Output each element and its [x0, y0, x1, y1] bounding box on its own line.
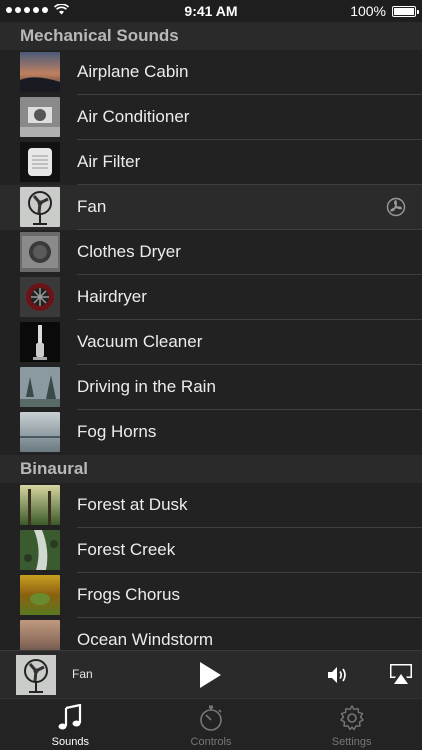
sound-row-fog-horns[interactable]: Fog Horns — [0, 410, 422, 455]
sound-label: Forest Creek — [77, 540, 176, 559]
sound-thumbnail — [20, 485, 60, 525]
sound-row-forest-creek[interactable]: Forest Creek — [0, 528, 422, 573]
tab-sounds[interactable]: Sounds — [0, 699, 141, 750]
sound-thumbnail — [20, 277, 60, 317]
sound-label: Driving in the Rain — [77, 377, 216, 396]
sound-label: Hairdryer — [77, 287, 147, 306]
tab-bar: Sounds Controls Settings — [0, 698, 422, 750]
status-bar: 9:41 AM 100% — [0, 0, 422, 22]
now-playing-title: Fan — [72, 667, 93, 681]
sound-label: Airplane Cabin — [77, 62, 189, 81]
section-header-binaural: Binaural — [0, 455, 422, 483]
sound-row-driving-in-the-rain[interactable]: Driving in the Rain — [0, 365, 422, 410]
sound-thumbnail — [20, 187, 60, 227]
tab-settings[interactable]: Settings — [281, 699, 422, 750]
sound-label: Air Filter — [77, 152, 141, 171]
status-right: 100% — [350, 3, 419, 19]
sound-label: Fan — [77, 197, 107, 216]
sound-label: Frogs Chorus — [77, 585, 180, 604]
sound-list[interactable]: Mechanical Sounds Airplane Cabin Air Con… — [0, 22, 422, 650]
sound-label: Fog Horns — [77, 422, 157, 441]
sound-row-air-conditioner[interactable]: Air Conditioner — [0, 95, 422, 140]
gear-icon — [339, 705, 364, 731]
battery-percent: 100% — [350, 3, 386, 19]
sound-row-hairdryer[interactable]: Hairdryer — [0, 275, 422, 320]
tab-label: Controls — [190, 736, 232, 748]
sound-row-ocean-windstorm[interactable]: Ocean Windstorm — [0, 618, 422, 650]
sound-label: Forest at Dusk — [77, 495, 188, 514]
sound-thumbnail — [20, 530, 60, 570]
sound-thumbnail — [20, 97, 60, 137]
sound-label: Ocean Windstorm — [77, 630, 214, 649]
now-playing-bar[interactable]: Fan — [0, 650, 422, 698]
sound-row-frogs-chorus[interactable]: Frogs Chorus — [0, 573, 422, 618]
volume-icon[interactable] — [326, 665, 350, 685]
tab-controls[interactable]: Controls — [141, 699, 282, 750]
airplay-icon[interactable] — [389, 663, 413, 685]
sound-thumbnail — [20, 620, 60, 650]
sound-thumbnail — [20, 52, 60, 92]
sound-thumbnail — [20, 412, 60, 452]
sound-label: Vacuum Cleaner — [77, 332, 203, 351]
stopwatch-icon — [200, 705, 222, 731]
battery-icon — [392, 5, 419, 17]
sound-label: Clothes Dryer — [77, 242, 181, 261]
now-playing-thumbnail[interactable] — [16, 655, 56, 695]
section-header-mechanical: Mechanical Sounds — [0, 22, 422, 50]
sound-row-fan[interactable]: Fan — [0, 185, 422, 230]
music-note-icon — [58, 704, 82, 730]
sound-thumbnail — [20, 142, 60, 182]
sound-thumbnail — [20, 322, 60, 362]
tab-label: Sounds — [51, 736, 89, 748]
sound-row-vacuum-cleaner[interactable]: Vacuum Cleaner — [0, 320, 422, 365]
sound-row-forest-at-dusk[interactable]: Forest at Dusk — [0, 483, 422, 528]
sound-row-clothes-dryer[interactable]: Clothes Dryer — [0, 230, 422, 275]
tab-label: Settings — [331, 736, 372, 748]
fan-playing-icon — [386, 197, 406, 217]
sound-label: Air Conditioner — [77, 107, 190, 126]
sound-row-air-filter[interactable]: Air Filter — [0, 140, 422, 185]
sound-row-airplane-cabin[interactable]: Airplane Cabin — [0, 50, 422, 95]
sound-thumbnail — [20, 367, 60, 407]
sound-thumbnail — [20, 232, 60, 272]
sound-thumbnail — [20, 575, 60, 615]
play-icon[interactable] — [198, 661, 222, 689]
